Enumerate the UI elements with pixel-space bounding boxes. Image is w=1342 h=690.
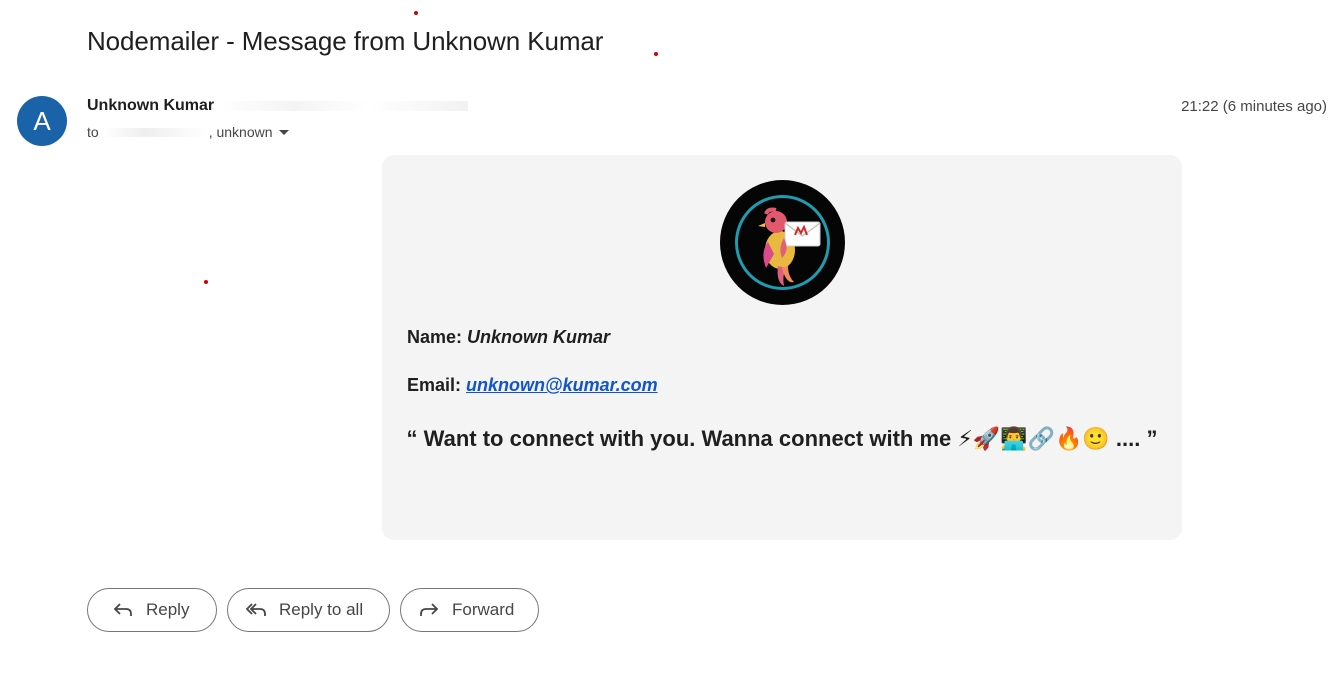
chevron-down-icon[interactable] [278, 129, 289, 135]
forward-icon [420, 603, 439, 616]
email-row: Email: unknown@kumar.com [407, 375, 658, 396]
forward-label: Forward [452, 600, 515, 619]
sender-avatar[interactable]: A [17, 96, 67, 146]
message-text: “ Want to connect with you. Wanna connec… [402, 423, 1162, 455]
reply-all-label: Reply to all [279, 600, 364, 619]
message-body: Want to connect with you. Wanna connect … [423, 426, 1141, 451]
name-value: Unknown Kumar [467, 327, 611, 347]
reply-all-icon [246, 603, 266, 616]
email-timestamp: 21:22 (6 minutes ago) [1181, 98, 1327, 115]
annotation-dot [654, 52, 658, 56]
open-quote: “ [406, 426, 418, 451]
reply-icon [113, 603, 132, 616]
sender-line: Unknown Kumar [87, 97, 469, 115]
email-label: Email: [407, 375, 462, 395]
sender-name[interactable]: Unknown Kumar [87, 97, 214, 115]
redacted-recipient [102, 127, 207, 137]
email-view: Nodemailer - Message from Unknown Kumar … [0, 0, 1342, 690]
name-row: Name: Unknown Kumar [407, 327, 610, 348]
reply-all-button[interactable]: Reply to all [227, 588, 390, 632]
annotation-dot [414, 11, 418, 15]
reply-label: Reply [146, 600, 190, 619]
recipient-name: , unknown [208, 124, 273, 140]
email-subject: Nodemailer - Message from Unknown Kumar [87, 26, 604, 56]
to-label: to [87, 124, 99, 140]
message-card: Name: Unknown Kumar Email: unknown@kumar… [382, 155, 1182, 540]
recipients-line: to , unknown [87, 124, 289, 140]
nodemailer-bird-logo [720, 180, 845, 305]
redacted-sender-email [220, 101, 469, 111]
email-link[interactable]: unknown@kumar.com [466, 375, 658, 395]
annotation-dot [204, 280, 208, 284]
name-label: Name: [407, 327, 463, 347]
forward-button[interactable]: Forward [400, 588, 539, 632]
close-quote: ” [1146, 426, 1158, 451]
reply-button[interactable]: Reply [87, 588, 217, 632]
